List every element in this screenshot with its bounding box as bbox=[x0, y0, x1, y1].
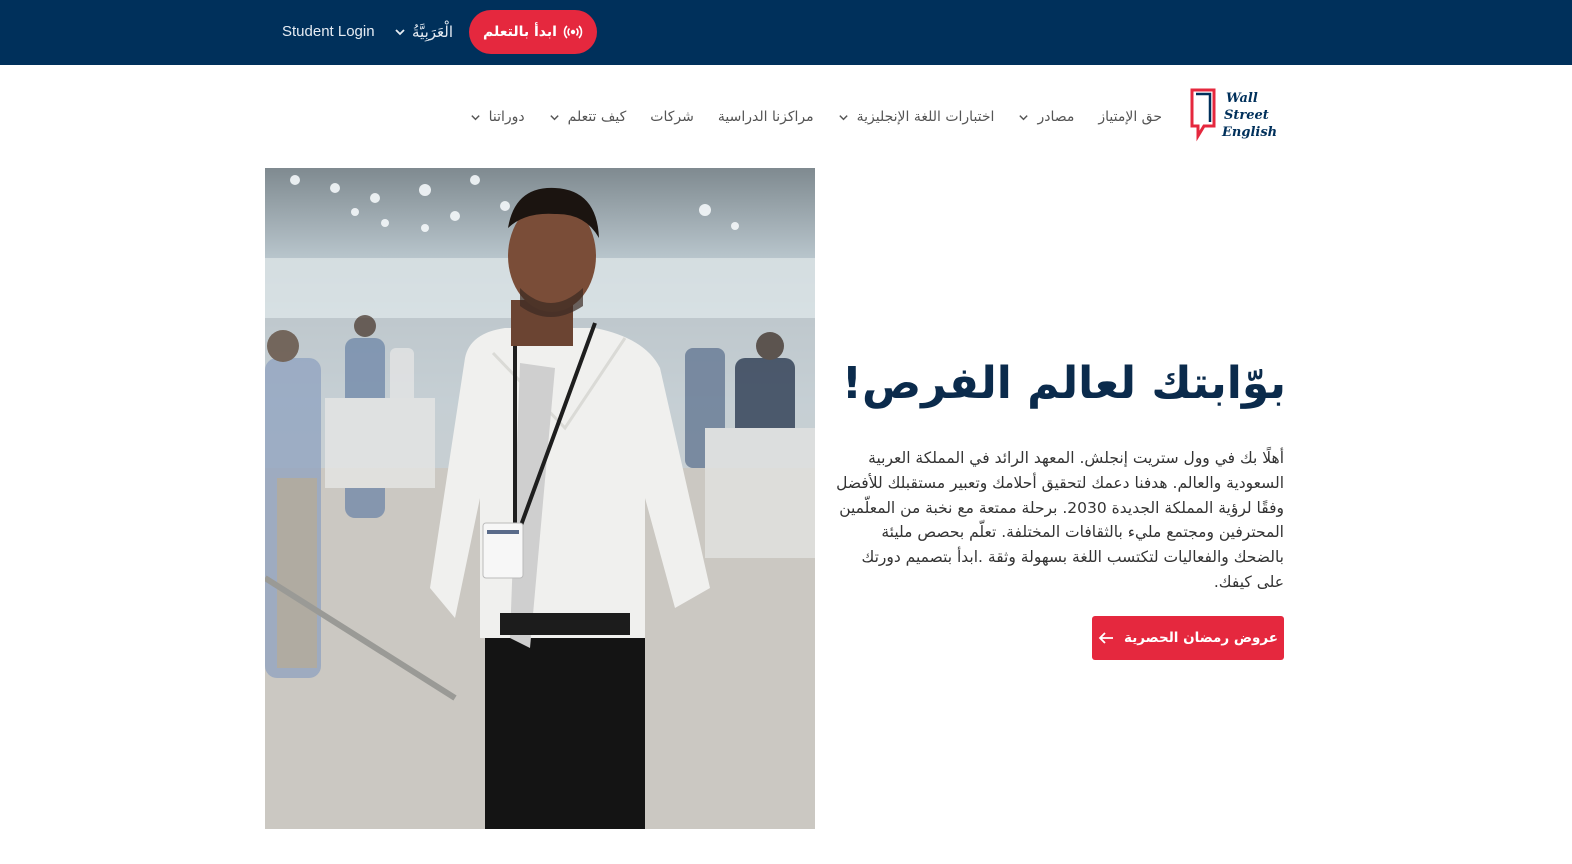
nav-item-label: شركات bbox=[650, 109, 694, 125]
nav-item-label: حق الإمتياز bbox=[1098, 109, 1162, 125]
student-login-link[interactable]: Student Login bbox=[282, 20, 375, 44]
language-selector[interactable]: الْعَرَبِيَّةُ bbox=[394, 20, 453, 44]
chevron-down-icon bbox=[549, 112, 560, 123]
nav-item-label: اختبارات اللغة الإنجليزية bbox=[856, 109, 995, 125]
language-label: الْعَرَبِيَّةُ bbox=[412, 23, 453, 41]
hero-description: أهلًا بك في وول ستريت إنجلش. المعهد الرا… bbox=[836, 449, 1284, 591]
start-learning-label: ابدأ بالتعلم bbox=[483, 24, 557, 40]
hero-title: بوّابتك لعالم الفرص! bbox=[841, 358, 1286, 409]
nav-item-label: مراكزنا الدراسية bbox=[717, 109, 814, 125]
nav-item-2[interactable]: كيف تتعلم bbox=[549, 109, 627, 125]
nav-item-5[interactable]: اختبارات اللغة الإنجليزية bbox=[838, 109, 995, 125]
wall-street-english-logo[interactable]: Wall Street English bbox=[1186, 86, 1278, 152]
chevron-down-icon bbox=[838, 112, 849, 123]
radio-wave-icon bbox=[563, 24, 583, 40]
nav-item-3[interactable]: شركات bbox=[650, 109, 694, 125]
ramadan-offers-button[interactable]: عروض رمضان الحصرية bbox=[1092, 616, 1284, 660]
main-navigation: دوراتنا كيف تتعلم شركات مراكزنا الدراسية اخت… bbox=[470, 104, 1162, 130]
arrow-left-icon bbox=[1098, 631, 1114, 645]
nav-item-7[interactable]: حق الإمتياز bbox=[1098, 109, 1162, 125]
logo-line-2: Street bbox=[1224, 108, 1269, 123]
logo-line-3: English bbox=[1221, 125, 1277, 140]
hero-image bbox=[265, 168, 815, 829]
nav-item-6[interactable]: مصادر bbox=[1018, 109, 1074, 125]
chevron-down-icon bbox=[470, 112, 481, 123]
nav-item-4[interactable]: مراكزنا الدراسية bbox=[718, 109, 814, 125]
chevron-down-icon bbox=[1018, 112, 1029, 123]
top-bar: Student Login الْعَرَبِيَّةُ ابدأ بالتعل… bbox=[0, 0, 1572, 65]
ramadan-offers-label: عروض رمضان الحصرية bbox=[1124, 630, 1278, 646]
start-learning-button[interactable]: ابدأ بالتعلم bbox=[469, 10, 597, 54]
logo-line-1: Wall bbox=[1226, 91, 1258, 106]
nav-item-1[interactable]: دوراتنا bbox=[470, 109, 525, 125]
chevron-down-icon bbox=[394, 26, 406, 38]
nav-item-label: مصادر bbox=[1037, 109, 1075, 125]
nav-item-label: كيف تتعلم bbox=[567, 109, 627, 125]
nav-item-label: دوراتنا bbox=[488, 109, 525, 125]
